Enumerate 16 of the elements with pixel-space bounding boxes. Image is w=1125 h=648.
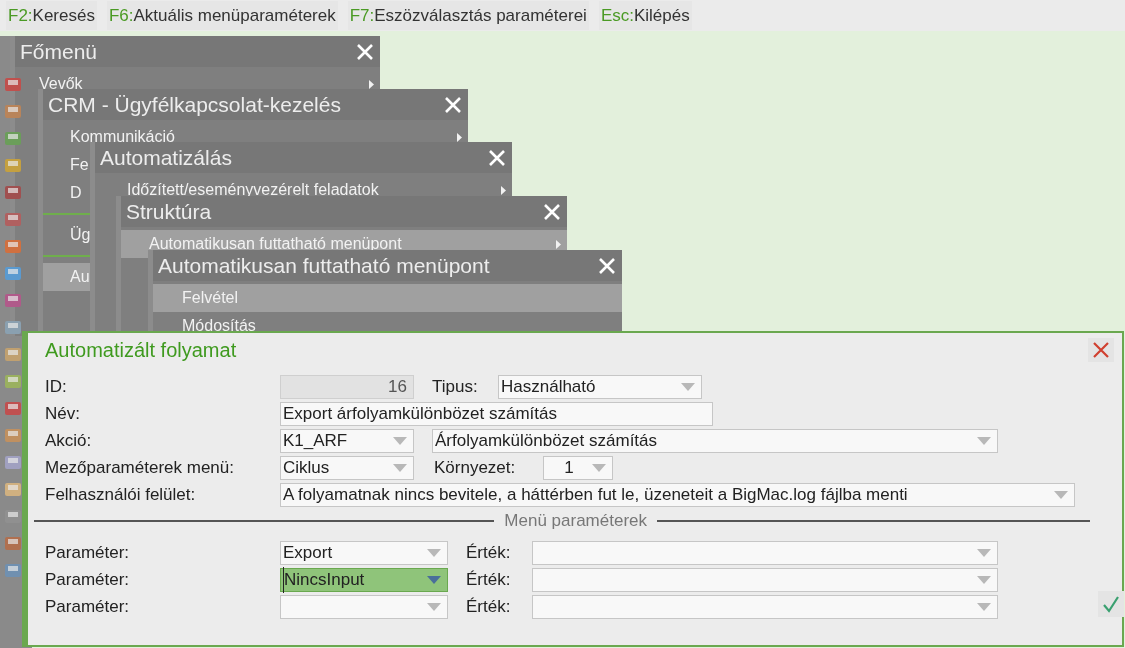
section-title: Menü paraméterek — [504, 510, 647, 533]
menu-title: Főmenü — [20, 38, 98, 65]
field-label: Felhasználói felület: — [45, 484, 197, 507]
field-label: Mezőparaméterek menü: — [45, 457, 235, 480]
field-label: Név: — [45, 403, 81, 426]
field-label: Környezet: — [434, 457, 517, 480]
field-label: Érték: — [466, 569, 512, 592]
field-label: ID: — [45, 376, 68, 399]
field-label: Érték: — [466, 542, 512, 565]
field-label: Tipus: — [432, 376, 479, 399]
dialog-title: Automatizált folyamat — [45, 338, 237, 363]
field-label: Paraméter: — [45, 569, 131, 592]
field-label: Paraméter: — [45, 542, 131, 565]
field-label: Érték: — [466, 596, 512, 619]
field-label: Akció: — [45, 430, 93, 453]
field-label: Paraméter: — [45, 596, 131, 619]
